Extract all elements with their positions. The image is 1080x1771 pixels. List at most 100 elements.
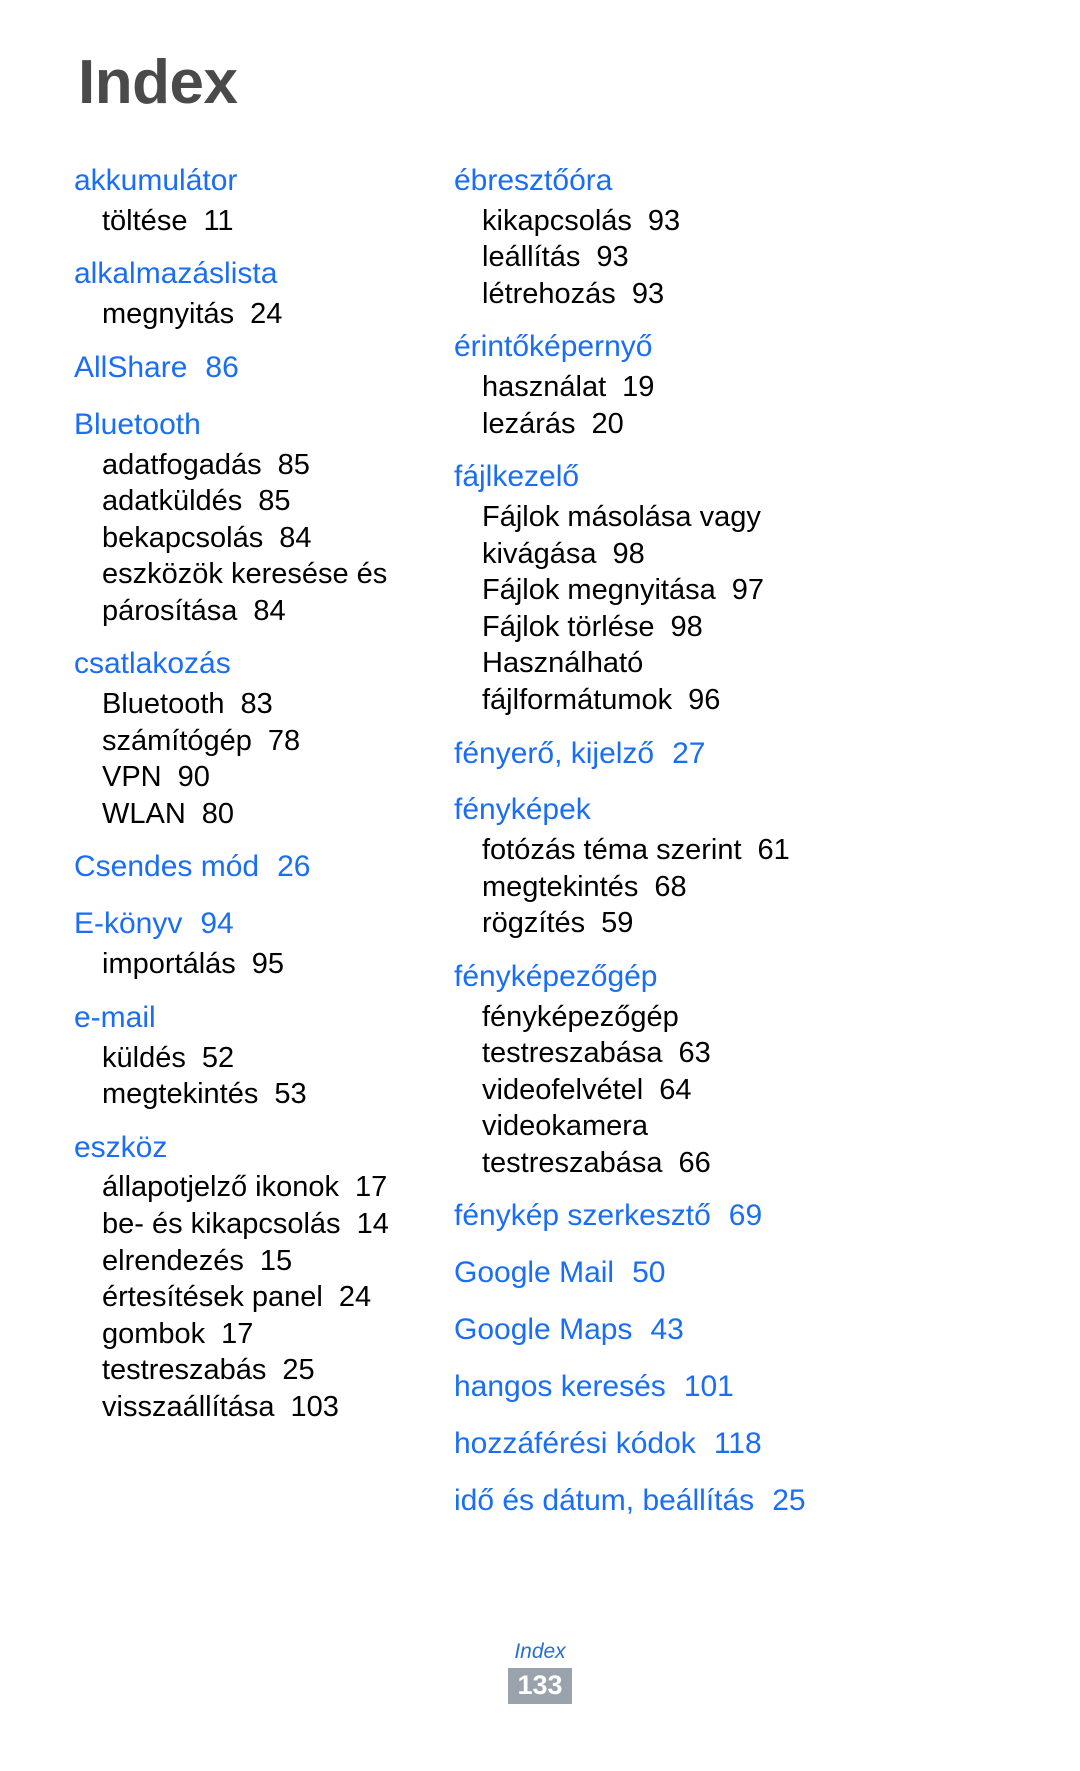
index-subentry[interactable]: videokamera testreszabása 66 <box>454 1108 980 1181</box>
index-subentry[interactable]: megnyitás 24 <box>74 296 422 333</box>
index-entry-term[interactable]: csatlakozás <box>74 643 422 686</box>
index-subentry[interactable]: Bluetooth 83 <box>74 686 422 723</box>
index-entry-term[interactable]: hangos keresés 101 <box>454 1366 980 1409</box>
index-entry: AllShare 86 <box>74 347 422 390</box>
index-subentry[interactable]: számítógép 78 <box>74 723 422 760</box>
index-subentry[interactable]: Használható fájlformátumok 96 <box>454 645 980 718</box>
index-subentry-page-number: 97 <box>731 574 764 607</box>
index-entry-term[interactable]: e-mail <box>74 997 422 1040</box>
index-subentry-page-number: 85 <box>258 485 291 518</box>
index-subentry-text: importálás <box>102 948 236 981</box>
index-subentry[interactable]: állapotjelző ikonok 17 <box>74 1169 422 1206</box>
index-subentry[interactable]: WLAN 80 <box>74 796 422 833</box>
index-entry-term[interactable]: Bluetooth <box>74 404 422 447</box>
index-entry-term[interactable]: akkumulátor <box>74 160 422 203</box>
index-subentry[interactable]: Fájlok megnyitása 97 <box>454 572 980 609</box>
index-entry-term-text: fájlkezelő <box>454 460 580 494</box>
index-subentry[interactable]: használat 19 <box>454 369 980 406</box>
index-subentry-list: adatfogadás 85 adatküldés 85 bekapcsolás 84 es… <box>74 447 422 630</box>
index-columns: akkumulátor töltése 11 alkalmazáslista megny… <box>0 160 1080 1523</box>
index-subentry-text: visszaállítása <box>102 1390 275 1423</box>
index-entry-term[interactable]: fénykép szerkesztő 69 <box>454 1195 980 1238</box>
index-subentry[interactable]: eszközök keresése és párosítása 84 <box>74 556 422 629</box>
index-entry: fájlkezelő Fájlok másolása vagy kivágása 9… <box>454 456 980 718</box>
index-entry-term[interactable]: E-könyv 94 <box>74 903 422 946</box>
index-entry-term[interactable]: fényképezőgép <box>454 956 980 999</box>
index-subentry-text: Használható fájlformátumok <box>482 647 673 716</box>
index-subentry-text: adatfogadás <box>102 448 262 481</box>
index-subentry-page-number: 59 <box>601 907 634 940</box>
index-subentry[interactable]: bekapcsolás 84 <box>74 520 422 557</box>
index-entry-term[interactable]: Google Maps 43 <box>454 1309 980 1352</box>
index-entry-term[interactable]: Csendes mód 26 <box>74 846 422 889</box>
index-entry-term[interactable]: eszköz <box>74 1127 422 1170</box>
index-subentry[interactable]: töltése 11 <box>74 203 422 240</box>
index-subentry-text: Fájlok megnyitása <box>482 574 716 607</box>
index-entry: hangos keresés 101 <box>454 1366 980 1409</box>
index-subentry-page-number: 93 <box>631 277 665 310</box>
index-subentry[interactable]: kikapcsolás 93 <box>454 203 980 240</box>
index-entry: fénykép szerkesztő 69 <box>454 1195 980 1238</box>
index-subentry[interactable]: küldés 52 <box>74 1040 422 1077</box>
index-subentry[interactable]: importálás 95 <box>74 946 422 983</box>
index-page: Index akkumulátor töltése 11 alkalmazáslist… <box>0 0 1080 1771</box>
index-entry: E-könyv 94 importálás 95 <box>74 903 422 982</box>
index-entry-term[interactable]: AllShare 86 <box>74 347 422 390</box>
index-subentry-text: megtekintés <box>482 870 639 903</box>
index-subentry-text: számítógép <box>102 724 252 757</box>
index-entry-term[interactable]: fényerő, kijelző 27 <box>454 733 980 776</box>
index-subentry-text: gombok <box>102 1317 206 1350</box>
index-subentry[interactable]: VPN 90 <box>74 759 422 796</box>
index-subentry[interactable]: be- és kikapcsolás 14 <box>74 1206 422 1243</box>
index-subentry[interactable]: értesítések panel 24 <box>74 1279 422 1316</box>
index-subentry[interactable]: visszaállítása 103 <box>74 1389 422 1426</box>
index-subentry[interactable]: fotózás téma szerint 61 <box>454 832 980 869</box>
index-entry-term-text: fényképek <box>454 793 591 827</box>
index-subentry[interactable]: rögzítés 59 <box>454 905 980 942</box>
index-entry: fényképezőgép fényképezőgép testreszabása… <box>454 956 980 1182</box>
index-entry-page-number: 50 <box>632 1256 666 1290</box>
index-subentry[interactable]: létrehozás 93 <box>454 276 980 313</box>
index-subentry-list: küldés 52 megtekintés 53 <box>74 1040 422 1113</box>
index-subentry[interactable]: adatfogadás 85 <box>74 447 422 484</box>
index-subentry[interactable]: videofelvétel 64 <box>454 1072 980 1109</box>
index-subentry-text: bekapcsolás <box>102 521 264 554</box>
index-subentry-page-number: 66 <box>678 1146 711 1179</box>
index-subentry[interactable]: adatküldés 85 <box>74 483 422 520</box>
index-subentry-page-number: 93 <box>647 204 681 237</box>
page-title: Index <box>78 48 238 117</box>
index-entry-page-number: 43 <box>650 1313 684 1347</box>
index-entry: Bluetooth adatfogadás 85 adatküldés 85 bekapc… <box>74 404 422 630</box>
index-entry-page-number: 86 <box>205 350 239 384</box>
index-entry-term[interactable]: ébresztőóra <box>454 160 980 203</box>
index-entry-term[interactable]: fényképek <box>454 789 980 832</box>
index-subentry[interactable]: gombok 17 <box>74 1316 422 1353</box>
index-subentry[interactable]: Fájlok másolása vagy kivágása 98 <box>454 499 980 572</box>
index-entry-term-text: hozzáférési kódok <box>454 1427 696 1460</box>
index-subentry-list: állapotjelző ikonok 17 be- és kikapcsolás 1… <box>74 1169 422 1425</box>
index-subentry[interactable]: fényképezőgép testreszabása 63 <box>454 999 980 1072</box>
index-entry-term[interactable]: idő és dátum, beállítás 25 <box>454 1480 980 1523</box>
index-subentry-page-number: 68 <box>654 870 687 903</box>
index-subentry-text: videofelvétel <box>482 1073 644 1106</box>
index-subentry[interactable]: megtekintés 68 <box>454 869 980 906</box>
index-subentry[interactable]: elrendezés 15 <box>74 1243 422 1280</box>
footer-section-label: Index <box>514 1640 566 1663</box>
index-subentry-text: rögzítés <box>482 907 586 940</box>
index-entry-term[interactable]: hozzáférési kódok 118 <box>454 1423 980 1466</box>
index-subentry[interactable]: leállítás 93 <box>454 239 980 276</box>
index-entry-term[interactable]: Google Mail 50 <box>454 1252 980 1295</box>
index-subentry-page-number: 15 <box>259 1244 293 1277</box>
index-subentry-text: létrehozás <box>482 277 616 310</box>
index-subentry-page-number: 52 <box>201 1041 235 1074</box>
index-subentry[interactable]: megtekintés 53 <box>74 1076 422 1113</box>
index-entry-term[interactable]: érintőképernyő <box>454 326 980 369</box>
index-subentry[interactable]: lezárás 20 <box>454 406 980 443</box>
index-subentry-text: Bluetooth <box>102 688 225 721</box>
index-entry-term[interactable]: fájlkezelő <box>454 456 980 499</box>
index-entry-page-number: 94 <box>200 907 234 941</box>
index-subentry[interactable]: Fájlok törlése 98 <box>454 609 980 646</box>
index-subentry-list: fényképezőgép testreszabása 63 videofelvét… <box>454 999 980 1182</box>
index-subentry[interactable]: testreszabás 25 <box>74 1352 422 1389</box>
index-entry-term[interactable]: alkalmazáslista <box>74 253 422 296</box>
